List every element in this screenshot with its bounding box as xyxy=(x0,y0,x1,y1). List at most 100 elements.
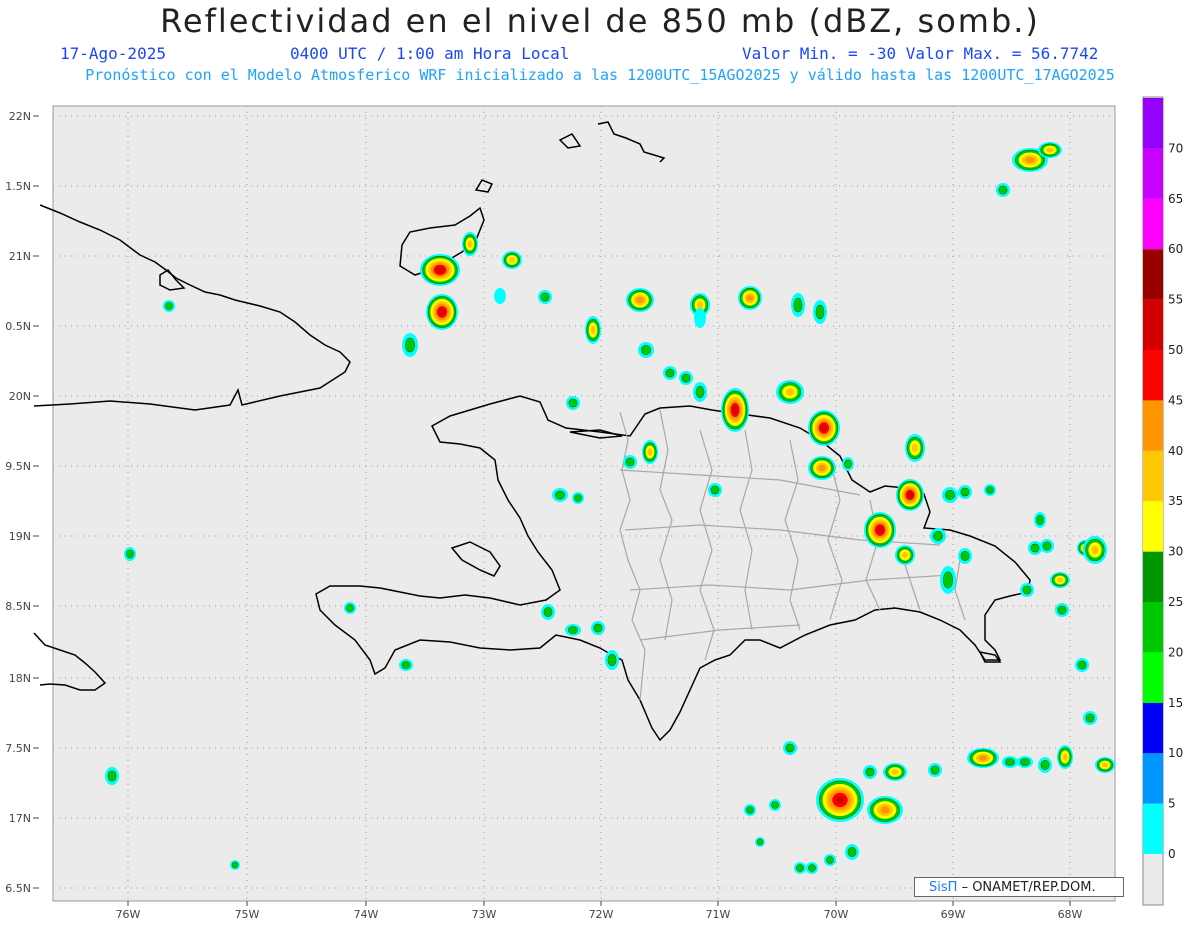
storm-cell xyxy=(756,838,764,846)
legend-label: 35 xyxy=(1168,494,1183,508)
storm-cell xyxy=(901,551,909,559)
storm-cell xyxy=(695,385,705,399)
legend-label: 15 xyxy=(1168,696,1183,710)
storm-cell xyxy=(1057,605,1067,615)
storm-cell xyxy=(1056,577,1064,583)
storm-cell xyxy=(986,486,994,494)
storm-cell xyxy=(880,806,890,814)
longitude-labels: 76W 75W 74W 73W 72W 71W 70W 69W 68W xyxy=(116,901,1083,921)
color-legend: 0 5 10 15 20 25 30 35 40 45 50 55 60 65 70 xyxy=(1142,96,1183,906)
lat-label: 8.5N xyxy=(5,600,31,613)
legend-swatch xyxy=(1143,803,1163,854)
storm-cell xyxy=(508,257,516,263)
legend-swatch xyxy=(1143,450,1163,502)
storm-cell xyxy=(945,490,955,500)
storm-cell xyxy=(1085,713,1095,723)
storm-cell xyxy=(665,368,675,378)
legend-swatch xyxy=(1143,350,1163,401)
storm-cell xyxy=(785,743,795,753)
storm-cell xyxy=(543,607,553,617)
legend-label: 45 xyxy=(1168,393,1183,407)
legend-label: 60 xyxy=(1168,242,1183,256)
storm-cell xyxy=(1025,156,1035,164)
storm-cell xyxy=(405,337,415,353)
storm-cell xyxy=(998,185,1008,195)
storm-cell xyxy=(911,443,919,453)
storm-cell xyxy=(1091,545,1099,555)
storm-cell xyxy=(107,770,117,782)
legend-swatch xyxy=(1143,652,1163,703)
storm-cell xyxy=(978,755,988,761)
storm-cell xyxy=(590,325,596,335)
legend-swatch xyxy=(1143,249,1163,300)
storm-cell xyxy=(876,526,884,534)
legend-swatch xyxy=(1143,702,1163,754)
storm-cell xyxy=(467,240,473,248)
storm-cell xyxy=(1046,147,1054,153)
storm-cell xyxy=(231,861,239,869)
legend-swatch xyxy=(1143,198,1163,250)
legend-label: 55 xyxy=(1168,293,1183,307)
storm-cell xyxy=(681,373,691,383)
storm-cell xyxy=(647,448,653,456)
storm-cell xyxy=(494,288,506,304)
lon-label: 73W xyxy=(472,908,497,921)
lat-label: 21N xyxy=(9,250,31,263)
storm-cell xyxy=(808,864,816,872)
latitude-labels: 22N 1.5N 21N 0.5N 20N 9.5N 19N 8.5N 18N 7.5N 17N 6.… xyxy=(5,110,39,895)
storm-cell xyxy=(826,856,834,864)
lat-label: 0.5N xyxy=(5,320,31,333)
legend-swatch xyxy=(1143,501,1163,552)
lon-label: 74W xyxy=(354,908,379,921)
lon-label: 75W xyxy=(235,908,260,921)
credit-text: – ONAMET/REP.DOM. xyxy=(961,880,1096,895)
storm-cell xyxy=(847,847,857,857)
credit-brand: SisΠ xyxy=(929,880,958,895)
storm-cell xyxy=(933,531,943,541)
storm-cell xyxy=(694,308,706,328)
lat-label: 7.5N xyxy=(5,742,31,755)
storm-cell xyxy=(126,549,134,559)
lon-label: 72W xyxy=(589,908,614,921)
storm-cell xyxy=(1020,758,1030,766)
lat-label: 20N xyxy=(9,390,31,403)
legend-label: 0 xyxy=(1168,847,1176,861)
storm-cell xyxy=(593,623,603,633)
storm-cell xyxy=(1042,541,1052,551)
legend-label: 5 xyxy=(1168,797,1176,811)
legend-label: 70 xyxy=(1168,141,1183,155)
storm-cell xyxy=(625,457,635,467)
storm-cell xyxy=(746,806,754,814)
storm-cell xyxy=(960,487,970,497)
storm-cell xyxy=(835,795,845,805)
storm-cell xyxy=(930,765,940,775)
legend-swatch xyxy=(1143,299,1163,350)
legend-label: 25 xyxy=(1168,595,1183,609)
legend-swatch xyxy=(1143,400,1163,451)
legend-label: 50 xyxy=(1168,343,1183,357)
legend-label: 10 xyxy=(1168,746,1183,760)
lat-label: 9.5N xyxy=(5,460,31,473)
storm-cell xyxy=(438,308,446,316)
storm-cell xyxy=(574,494,582,502)
storm-cell xyxy=(568,398,578,408)
lat-label: 6.5N xyxy=(5,882,31,895)
legend-swatch xyxy=(1143,753,1163,804)
storm-cell xyxy=(346,604,354,612)
storm-cell xyxy=(636,296,644,304)
legend-swatch xyxy=(1143,551,1163,602)
forecast-date: 17-Ago-2025 xyxy=(60,44,166,63)
lat-label: 18N xyxy=(9,672,31,685)
legend-label: 65 xyxy=(1168,192,1183,206)
storm-cell xyxy=(1062,753,1068,761)
storm-cell xyxy=(844,459,852,469)
storm-cell xyxy=(540,292,550,302)
legend-swatch xyxy=(1143,98,1163,149)
storm-cell xyxy=(401,661,411,669)
storm-cell xyxy=(607,653,617,667)
storm-cell xyxy=(732,405,738,415)
legend-swatch xyxy=(1143,602,1163,653)
lat-label: 17N xyxy=(9,812,31,825)
storm-cell xyxy=(820,424,828,432)
storm-cell xyxy=(641,345,651,355)
